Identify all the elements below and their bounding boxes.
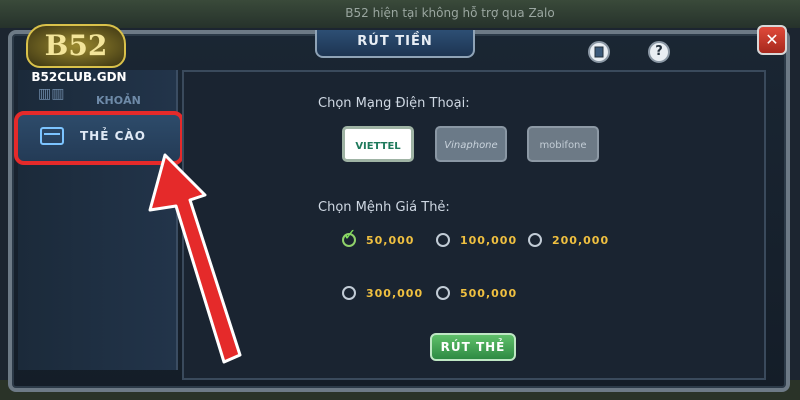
red-pointer-arrow — [148, 153, 242, 364]
